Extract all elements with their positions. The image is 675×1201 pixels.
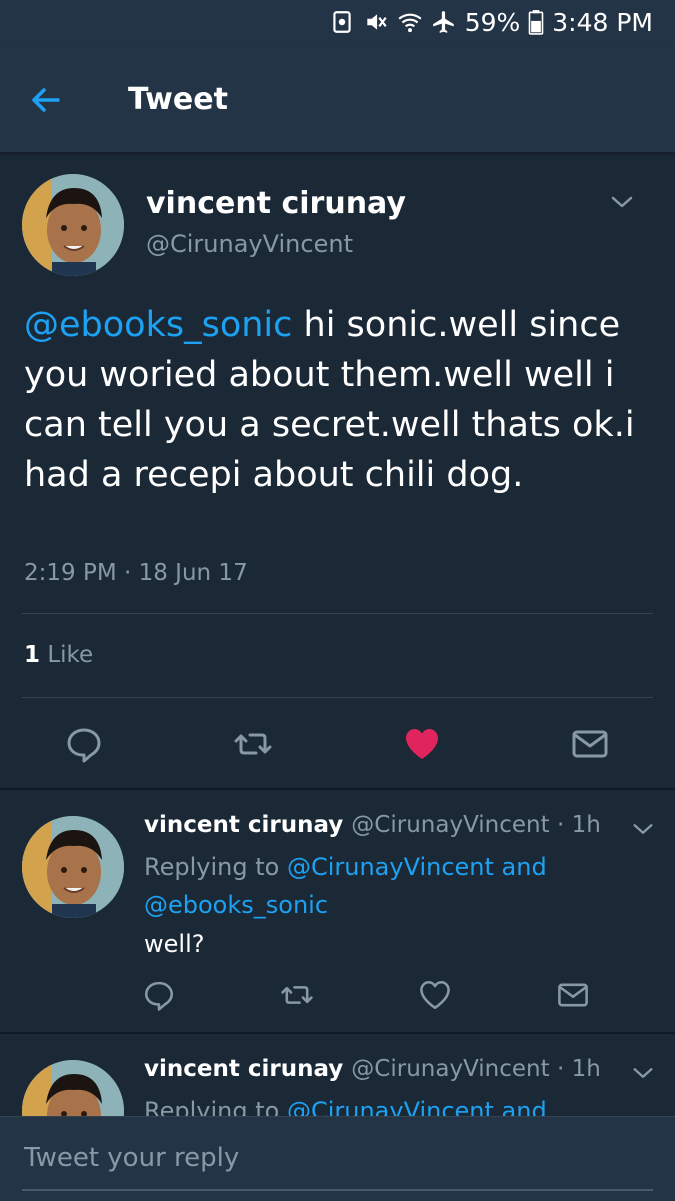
mute-icon (367, 14, 387, 30)
reply-icon[interactable] (64, 724, 104, 764)
battery-percent: 59% (464, 7, 521, 37)
airplane-icon (432, 11, 454, 33)
battery-saver-icon (333, 11, 351, 33)
avatar-photo (22, 174, 124, 276)
like-count-number: 1 (24, 642, 41, 668)
avatar[interactable] (22, 174, 124, 276)
divider (0, 1032, 675, 1034)
reply-composer: Tweet your reply (0, 1116, 675, 1201)
divider (22, 697, 653, 698)
chevron-down-icon[interactable] (630, 1060, 656, 1086)
retweet-icon[interactable] (280, 978, 314, 1012)
replying-to: Replying to @CirunayVincent and @ebooks_… (144, 848, 624, 924)
battery-icon (528, 10, 544, 35)
reply-header[interactable]: vincent cirunay @CirunayVincent · 1h (144, 812, 601, 838)
app-bar: Tweet (0, 44, 675, 152)
divider (22, 613, 653, 614)
direct-message-icon[interactable] (556, 978, 590, 1012)
chevron-down-icon[interactable] (608, 188, 636, 216)
author-name[interactable]: vincent cirunay (146, 186, 406, 221)
heart-icon[interactable] (402, 724, 442, 764)
reply-header[interactable]: vincent cirunay @CirunayVincent · 1h (144, 1056, 601, 1082)
status-icons: 59% 3:48 PM (329, 6, 653, 38)
reply-handle-time: @CirunayVincent · 1h (351, 812, 601, 838)
heart-icon[interactable] (418, 978, 452, 1012)
replying-prefix: Replying to (144, 853, 287, 881)
reply-icon[interactable] (142, 978, 176, 1012)
input-underline (22, 1189, 653, 1191)
status-bar: 59% 3:48 PM (0, 0, 675, 44)
reply-input-placeholder: Tweet your reply (24, 1143, 240, 1173)
avatar-photo (22, 816, 124, 918)
reply-handle-time: @CirunayVincent · 1h (351, 1056, 601, 1082)
like-count[interactable]: 1 Like (24, 642, 93, 668)
author-handle[interactable]: @CirunayVincent (146, 230, 353, 258)
page-title: Tweet (128, 82, 228, 117)
reply-author-name: vincent cirunay (144, 812, 344, 838)
direct-message-icon[interactable] (570, 724, 610, 764)
tweet-text: @ebooks_sonic hi sonic.well since you wo… (24, 300, 664, 500)
mention-link[interactable]: @ebooks_sonic (24, 305, 292, 345)
avatar[interactable] (22, 816, 124, 918)
clock: 3:48 PM (552, 7, 653, 37)
retweet-icon[interactable] (233, 724, 273, 764)
reply-text: well? (144, 930, 205, 958)
wifi-icon (398, 13, 422, 33)
tweet-timestamp: 2:19 PM · 18 Jun 17 (24, 560, 248, 586)
like-count-label: Like (40, 642, 94, 668)
divider (0, 788, 675, 790)
chevron-down-icon[interactable] (630, 816, 656, 842)
reply-author-name: vincent cirunay (144, 1056, 344, 1082)
back-arrow-icon[interactable] (24, 78, 68, 122)
